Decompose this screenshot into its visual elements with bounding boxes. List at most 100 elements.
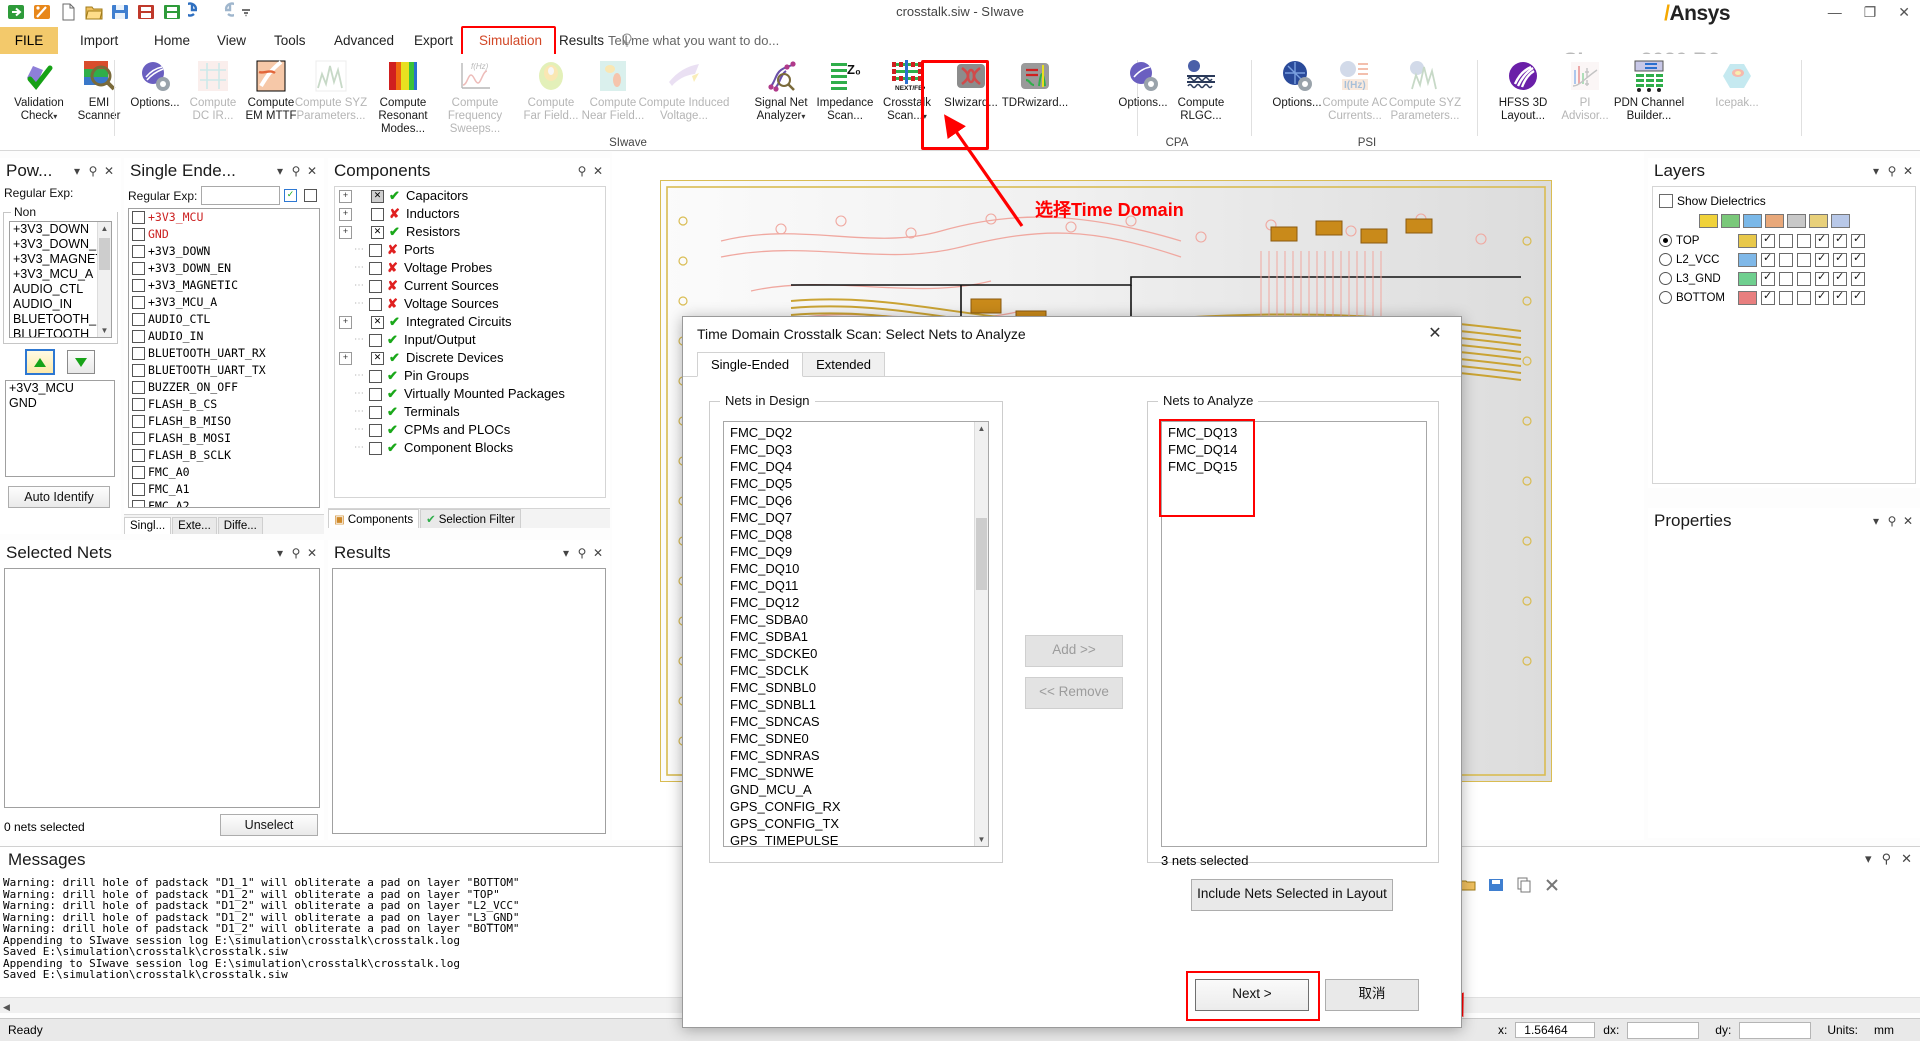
move-net-buttons[interactable] xyxy=(0,350,121,374)
window-controls[interactable]: — ❐ ✕ xyxy=(1828,4,1910,21)
component-checkbox[interactable] xyxy=(369,406,382,419)
layer-visibility-checkbox[interactable] xyxy=(1779,272,1793,286)
component-checkbox[interactable] xyxy=(369,388,382,401)
nets-in-design-item[interactable]: GPS_CONFIG_TX xyxy=(724,815,974,832)
nets-in-design-item[interactable]: FMC_SDNWE xyxy=(724,764,974,781)
single-ended-net-row[interactable]: FMC_A2 xyxy=(129,498,319,508)
single-ended-net-row[interactable]: FMC_A0 xyxy=(129,464,319,481)
component-checkbox[interactable] xyxy=(371,190,384,203)
dialog-tab-strip[interactable]: Single-Ended Extended xyxy=(683,351,1461,377)
properties-content[interactable] xyxy=(1652,536,1916,834)
layer-active-radio[interactable] xyxy=(1659,272,1672,285)
net-checkbox[interactable] xyxy=(132,296,145,309)
component-checkbox[interactable] xyxy=(369,442,382,455)
single-ended-regexp-input[interactable] xyxy=(201,186,280,205)
layer-visibility-checkbox[interactable] xyxy=(1815,253,1829,267)
minimize-button[interactable]: — xyxy=(1828,4,1842,21)
layers-panel[interactable]: Layers ▾ ⚲ ✕ Show Dielectrics TOPL2_VCCL… xyxy=(1648,158,1920,488)
nets-in-design-item[interactable]: FMC_SDNE0 xyxy=(724,730,974,747)
pin-icon[interactable]: ⚲ xyxy=(1884,513,1900,529)
expand-icon[interactable]: + xyxy=(339,190,352,203)
components-tree-node[interactable]: ⋯✘Voltage Probes xyxy=(335,259,605,277)
layer-color-swatch[interactable] xyxy=(1738,234,1757,248)
layer-visibility-checkbox[interactable] xyxy=(1797,253,1811,267)
components-tabstrip[interactable]: ▣Components ✔Selection Filter xyxy=(328,508,610,528)
component-checkbox[interactable] xyxy=(371,316,384,329)
layer-color-swatch[interactable] xyxy=(1738,253,1757,267)
layer-visibility-checkbox[interactable] xyxy=(1761,234,1775,248)
scroll-down-icon[interactable]: ▼ xyxy=(98,324,111,337)
pin-icon[interactable]: ⚲ xyxy=(85,163,101,179)
ribbon-signal-net-analyzer[interactable]: Signal NetAnalyzer▾ xyxy=(744,58,818,123)
ribbon-compute-frequency-sweeps[interactable]: f(Hz) ComputeFrequency Sweeps... xyxy=(438,58,512,136)
status-dy-field[interactable] xyxy=(1739,1022,1811,1039)
list-item[interactable]: GND xyxy=(6,396,114,411)
tab-import[interactable]: Import xyxy=(66,27,132,54)
components-tree-node[interactable]: ⋯✘Ports xyxy=(335,241,605,259)
net-checkbox[interactable] xyxy=(132,313,145,326)
ribbon-tdrwizard[interactable]: TDRwizard... xyxy=(998,58,1072,110)
ribbon-pdn-channel-builder[interactable]: PDN ChannelBuilder... xyxy=(1606,58,1692,123)
dialog-tab-extended[interactable]: Extended xyxy=(802,352,885,376)
expand-icon[interactable]: + xyxy=(339,352,352,365)
single-ended-net-row[interactable]: AUDIO_IN xyxy=(129,328,319,345)
non-power-ground-net-list[interactable]: +3V3_DOWN +3V3_DOWN_E +3V3_MAGNET +3V3_M… xyxy=(9,221,112,338)
layer-visibility-checkbox[interactable] xyxy=(1797,272,1811,286)
tab-export[interactable]: Export xyxy=(400,27,467,54)
add-button[interactable]: Add >> xyxy=(1025,635,1123,667)
single-ended-net-row[interactable]: FMC_A1 xyxy=(129,481,319,498)
component-checkbox[interactable] xyxy=(369,262,382,275)
scroll-up-icon[interactable]: ▲ xyxy=(98,222,111,235)
nets-in-design-item[interactable]: FMC_DQ7 xyxy=(724,509,974,526)
component-checkbox[interactable] xyxy=(369,424,382,437)
dialog-tab-single-ended[interactable]: Single-Ended xyxy=(697,352,803,377)
messages-panel-header-buttons[interactable]: ▾ ⚲ ✕ xyxy=(1865,851,1912,867)
list-item[interactable]: BLUETOOTH_U. xyxy=(10,327,98,338)
component-checkbox[interactable] xyxy=(369,298,382,311)
components-tree-node[interactable]: +✔Capacitors xyxy=(335,187,605,205)
single-ended-net-row[interactable]: +3V3_DOWN_EN xyxy=(129,260,319,277)
power-ground-nets-panel[interactable]: Pow... ▾ ⚲ ✕ Regular Exp: Non Power/Grou… xyxy=(0,158,121,534)
components-tree-node[interactable]: ⋯✘Voltage Sources xyxy=(335,295,605,313)
cancel-button[interactable]: 取消 xyxy=(1325,979,1419,1011)
component-checkbox[interactable] xyxy=(371,208,384,221)
single-ended-net-row[interactable]: +3V3_MCU_A xyxy=(129,294,319,311)
close-icon[interactable]: ✕ xyxy=(1901,851,1912,867)
layer-visibility-checkbox[interactable] xyxy=(1851,291,1865,305)
net-checkbox[interactable] xyxy=(132,398,145,411)
single-ended-net-row[interactable]: FLASH_B_MOSI xyxy=(129,430,319,447)
tab-advanced[interactable]: Advanced xyxy=(320,27,408,54)
layer-pad-header-icon[interactable] xyxy=(1809,214,1828,228)
chevron-down-icon[interactable]: ▾ xyxy=(272,163,288,179)
scroll-thumb[interactable] xyxy=(99,238,110,270)
net-checkbox[interactable] xyxy=(132,466,145,479)
nets-to-analyze-list[interactable]: FMC_DQ13FMC_DQ14FMC_DQ15 xyxy=(1161,421,1427,847)
net-checkbox[interactable] xyxy=(132,381,145,394)
single-ended-net-row[interactable]: FLASH_B_CS xyxy=(129,396,319,413)
nets-in-design-item[interactable]: GND_MCU_A xyxy=(724,781,974,798)
layer-visibility-checkbox[interactable] xyxy=(1815,291,1829,305)
single-ended-net-row[interactable]: BUZZER_ON_OFF xyxy=(129,379,319,396)
scroll-down-icon[interactable]: ▼ xyxy=(975,833,988,846)
pin-icon[interactable]: ⚲ xyxy=(288,545,304,561)
nets-in-design-item[interactable]: GPS_TIMEPULSE xyxy=(724,832,974,847)
layer-visibility-checkbox[interactable] xyxy=(1761,291,1775,305)
ribbon-tab-strip[interactable]: FILE Import Home View Tools Advanced Exp… xyxy=(0,27,1920,55)
layer-visibility-checkbox[interactable] xyxy=(1779,253,1793,267)
tab-differential[interactable]: Diffe... xyxy=(218,517,263,534)
expand-icon[interactable]: + xyxy=(339,208,352,221)
single-ended-net-row[interactable]: +3V3_MAGNETIC xyxy=(129,277,319,294)
components-tree-node[interactable]: +✔Discrete Devices xyxy=(335,349,605,367)
layer-visibility-checkbox[interactable] xyxy=(1851,272,1865,286)
chevron-down-icon[interactable]: ▾ xyxy=(69,163,85,179)
component-checkbox[interactable] xyxy=(369,370,382,383)
layer-rows-container[interactable]: TOPL2_VCCL3_GNDBOTTOM xyxy=(1653,231,1915,307)
ribbon-psi-compute-syz[interactable]: Compute SYZParameters... xyxy=(1388,58,1462,123)
ribbon-icepak[interactable]: Icepak... xyxy=(1700,58,1774,110)
clear-all-checkbox[interactable] xyxy=(304,189,317,202)
layer-visibility-checkbox[interactable] xyxy=(1761,272,1775,286)
single-ended-nets-panel[interactable]: Single Ende... ▾ ⚲ ✕ Regular Exp: ✓ +3V3… xyxy=(124,158,324,534)
tab-simulation[interactable]: Simulation xyxy=(465,27,556,54)
net-checkbox[interactable] xyxy=(132,432,145,445)
net-checkbox[interactable] xyxy=(132,500,145,508)
